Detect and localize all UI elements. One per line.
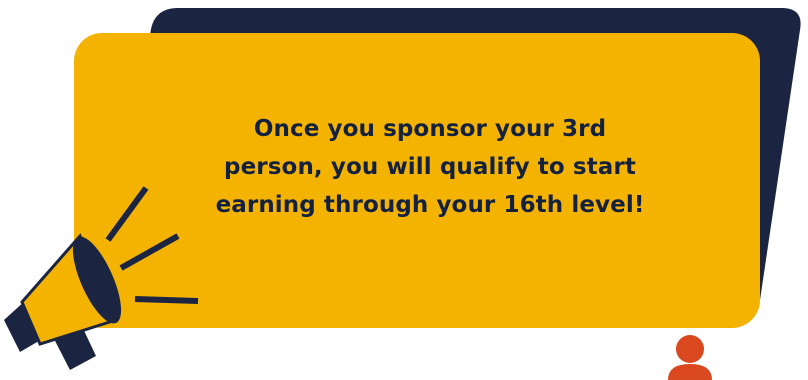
announcement-graphic: Once you sponsor your 3rd person, you wi… <box>0 0 808 380</box>
announcement-line-3: earning through your 16th level! <box>215 192 645 218</box>
announcement-text: Once you sponsor your 3rd person, you wi… <box>150 110 710 224</box>
announcement-line-1: Once you sponsor your 3rd <box>253 116 607 142</box>
announcement-line-2: person, you will qualify to start <box>224 154 636 180</box>
person-icon <box>668 335 712 380</box>
